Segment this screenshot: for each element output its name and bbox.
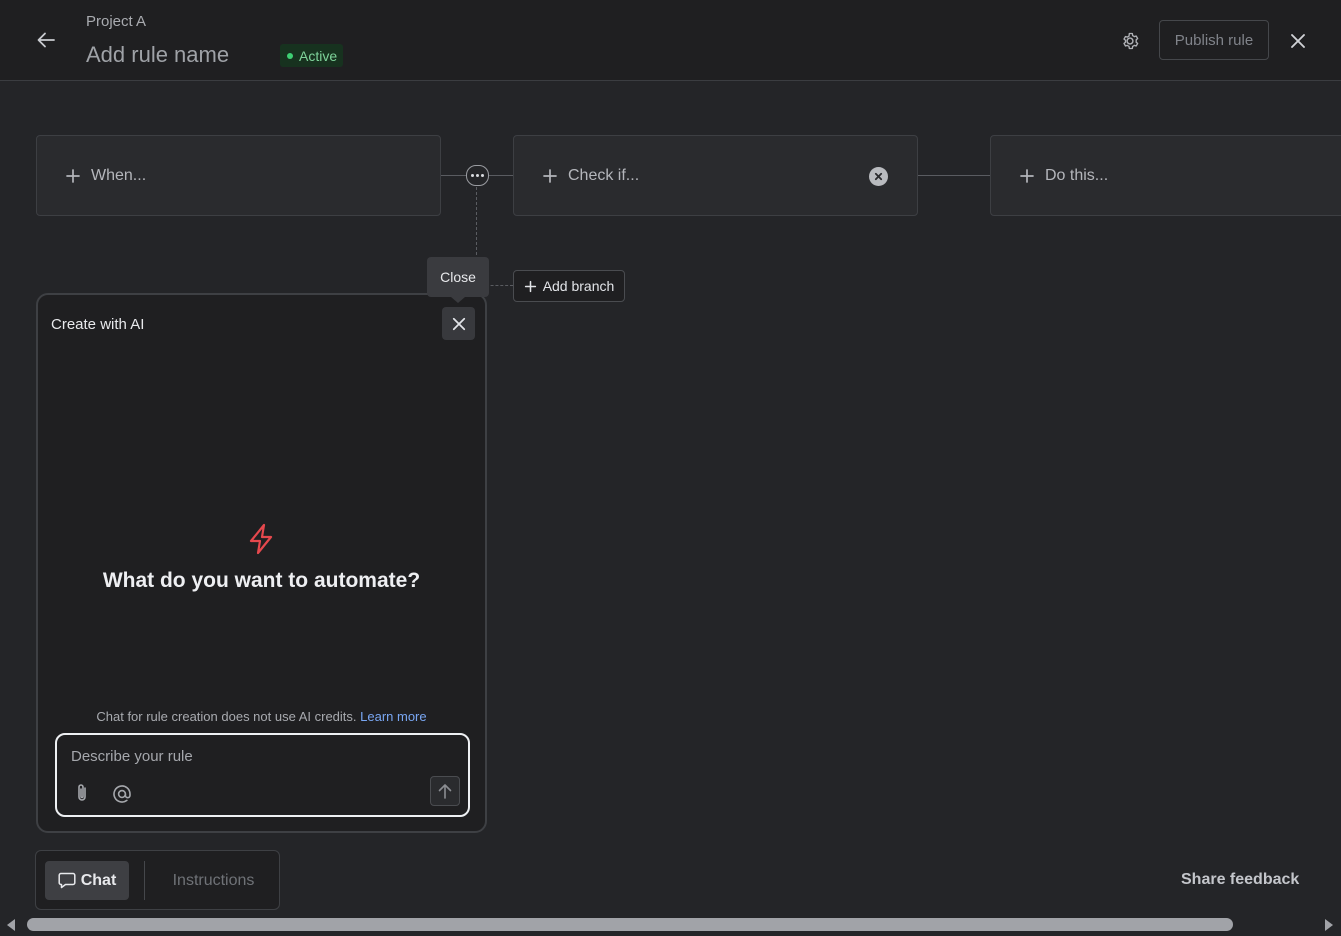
- plus-icon: [66, 168, 80, 183]
- check-condition-node[interactable]: Check if...: [513, 135, 918, 216]
- add-branch-button[interactable]: Add branch: [513, 270, 625, 302]
- plus-icon: [524, 280, 536, 292]
- scroll-right-arrow-icon[interactable]: [1323, 918, 1335, 932]
- tab-instructions[interactable]: Instructions: [156, 861, 271, 900]
- flow-connector: [918, 175, 990, 176]
- mode-tabs: Chat Instructions: [35, 850, 280, 910]
- horizontal-scrollbar[interactable]: [0, 914, 1341, 936]
- chat-bubble-icon: [58, 872, 76, 889]
- panel-title: Create with AI: [51, 316, 145, 333]
- plus-icon: [1020, 168, 1034, 183]
- tab-divider: [144, 861, 145, 900]
- close-panel-button[interactable]: [442, 307, 475, 340]
- ai-heading: What do you want to automate?: [102, 569, 421, 592]
- create-with-ai-panel: Create with AI What do you want to autom…: [36, 293, 487, 833]
- more-icon: [471, 174, 474, 177]
- learn-more-link[interactable]: Learn more: [360, 709, 426, 724]
- close-icon: [1291, 34, 1305, 48]
- check-label: Check if...: [568, 166, 640, 184]
- tab-chat-label: Chat: [80, 871, 117, 889]
- remove-condition-button[interactable]: [869, 167, 888, 186]
- scrollbar-thumb[interactable]: [27, 918, 1233, 931]
- close-editor-button[interactable]: [1283, 26, 1313, 56]
- add-branch-label: Add branch: [542, 278, 615, 294]
- status-label: Active: [299, 47, 338, 64]
- project-name: Project A: [86, 13, 147, 30]
- send-button[interactable]: [430, 776, 460, 806]
- do-label: Do this...: [1045, 166, 1109, 184]
- prompt-composer: [55, 733, 470, 817]
- share-feedback-link[interactable]: Share feedback: [1181, 871, 1299, 889]
- describe-rule-input[interactable]: [71, 745, 451, 767]
- publish-rule-button[interactable]: Publish rule: [1159, 20, 1269, 60]
- rule-name-field[interactable]: Add rule name: [86, 42, 229, 68]
- arrow-up-icon: [438, 784, 452, 799]
- lightning-bolt-icon: [249, 523, 273, 555]
- when-label: When...: [91, 166, 147, 184]
- do-action-node[interactable]: Do this...: [990, 135, 1341, 216]
- settings-button[interactable]: [1115, 26, 1145, 56]
- tab-chat[interactable]: Chat: [45, 861, 129, 900]
- more-options-button[interactable]: [466, 165, 489, 186]
- when-trigger-node[interactable]: When...: [36, 135, 441, 216]
- plus-icon: [543, 168, 557, 183]
- gear-icon: [1123, 32, 1139, 50]
- at-sign-icon[interactable]: [111, 783, 133, 805]
- back-arrow-icon: [37, 32, 55, 48]
- scroll-left-arrow-icon[interactable]: [5, 918, 17, 932]
- header: Project A Add rule name Active Publish r…: [0, 0, 1341, 81]
- back-button[interactable]: [30, 24, 62, 56]
- status-dot-icon: [287, 52, 293, 59]
- ai-note-text: Chat for rule creation does not use AI c…: [96, 709, 357, 724]
- close-icon: [452, 317, 465, 330]
- paperclip-icon[interactable]: [72, 782, 92, 804]
- ai-credits-note: Chat for rule creation does not use AI c…: [38, 709, 485, 724]
- remove-icon: [874, 172, 883, 181]
- close-tooltip: Close: [427, 257, 489, 303]
- status-badge: Active: [280, 44, 344, 67]
